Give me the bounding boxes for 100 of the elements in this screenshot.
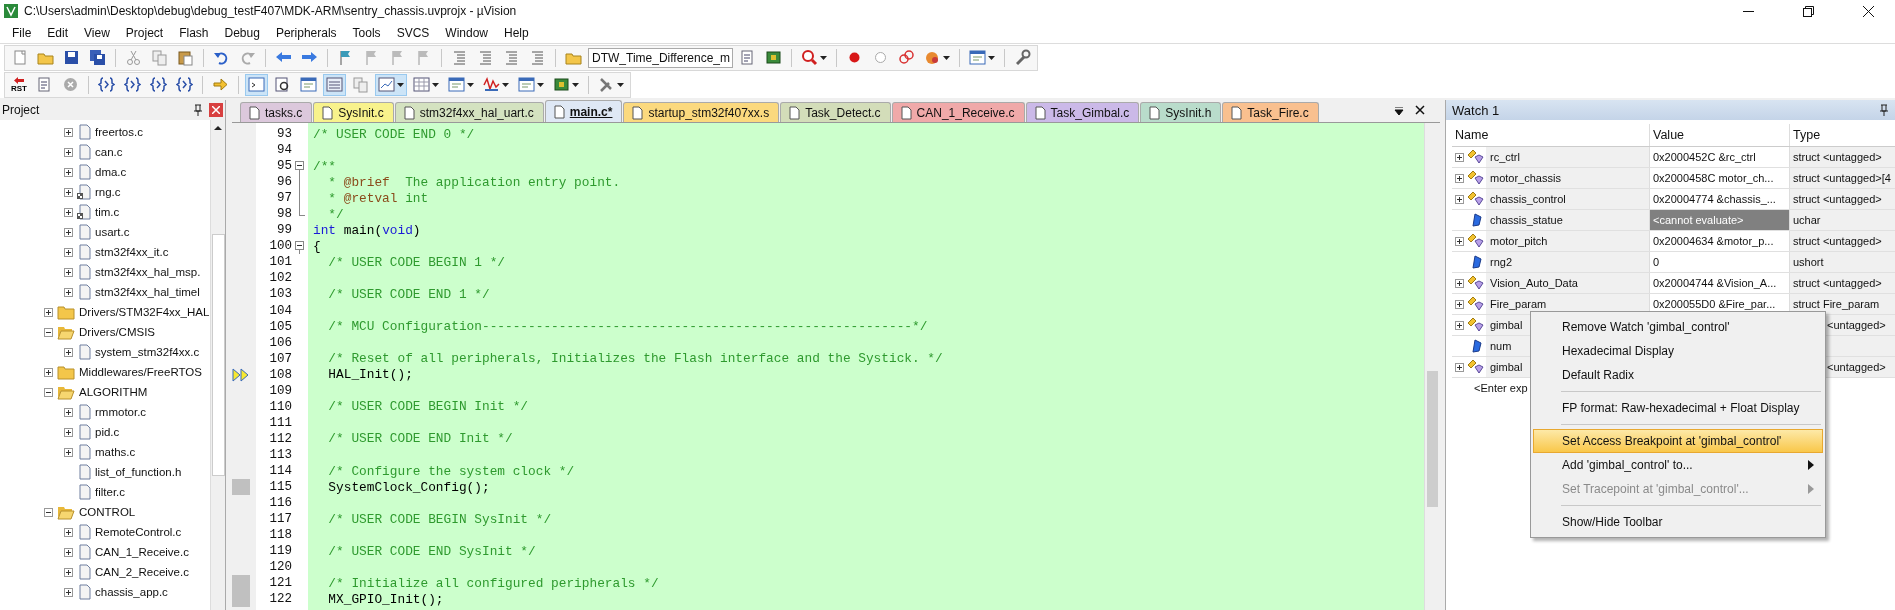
expand-icon[interactable] xyxy=(64,447,73,457)
column-header[interactable]: Value xyxy=(1650,124,1790,146)
collapse-icon[interactable] xyxy=(44,327,53,337)
tree-item[interactable]: tim.c xyxy=(77,204,120,220)
menu-item[interactable]: File xyxy=(4,25,40,40)
file-tab[interactable]: SysInit.c xyxy=(313,102,394,122)
file-tab[interactable]: CAN_1_Receive.c xyxy=(891,102,1025,122)
pin-icon[interactable] xyxy=(193,104,203,116)
expand-icon[interactable] xyxy=(1455,362,1464,372)
tree-item[interactable]: RemoteControl.c xyxy=(77,524,182,540)
tree-item[interactable]: ALGORITHM xyxy=(57,384,148,400)
tree-item[interactable]: usart.c xyxy=(77,224,130,240)
tab-list-icon[interactable] xyxy=(1394,107,1404,115)
fold-icon[interactable] xyxy=(295,158,304,175)
tree-item[interactable]: dma.c xyxy=(77,164,127,180)
tree-item[interactable]: Drivers/CMSIS xyxy=(57,324,156,340)
menu-item[interactable]: Tools xyxy=(344,25,389,40)
expand-icon[interactable] xyxy=(64,127,73,137)
menu-item[interactable]: Add 'gimbal_control' to... xyxy=(1533,453,1823,477)
tree-item[interactable]: rng.c xyxy=(77,184,121,200)
tree-item[interactable]: Drivers/STM32F4xx_HAL xyxy=(57,304,210,320)
menu-item[interactable]: Flash xyxy=(171,25,217,40)
scrollbar[interactable] xyxy=(1424,123,1440,610)
expand-icon[interactable] xyxy=(1455,278,1464,288)
expand-icon[interactable] xyxy=(1455,194,1464,204)
scroll-thumb[interactable] xyxy=(1427,371,1438,507)
file-tab[interactable]: startup_stm32f407xx.s xyxy=(623,102,780,122)
scrollbar[interactable] xyxy=(210,120,225,610)
tree-item[interactable]: pid.c xyxy=(77,424,120,440)
close-icon[interactable] xyxy=(1415,105,1425,115)
file-tab[interactable]: SysInit.h xyxy=(1140,102,1222,122)
expand-icon[interactable] xyxy=(64,427,73,437)
menu-item[interactable]: Peripherals xyxy=(267,25,345,40)
expand-icon[interactable] xyxy=(64,347,73,357)
expand-icon[interactable] xyxy=(64,267,73,277)
expand-icon[interactable] xyxy=(64,187,73,197)
fold-icon[interactable] xyxy=(295,238,304,255)
expand-icon[interactable] xyxy=(64,587,73,597)
menu-item[interactable]: FP format: Raw-hexadecimal + Float Display xyxy=(1533,396,1823,420)
menu-item[interactable]: Show/Hide Toolbar xyxy=(1533,510,1823,534)
tree-item[interactable]: can.c xyxy=(77,144,123,160)
expand-icon[interactable] xyxy=(64,167,73,177)
expand-icon[interactable] xyxy=(44,367,53,377)
menu-item[interactable]: Window xyxy=(437,25,496,40)
expand-icon[interactable] xyxy=(64,207,73,217)
menu-item[interactable]: Debug xyxy=(216,25,268,40)
tree-item[interactable]: maths.c xyxy=(77,444,136,460)
tree-item[interactable]: stm32f4xx_it.c xyxy=(77,244,169,260)
expand-icon[interactable] xyxy=(44,307,53,317)
tree-item[interactable]: CAN_1_Receive.c xyxy=(77,544,189,560)
expand-icon[interactable] xyxy=(64,247,73,257)
menu-item[interactable]: Help xyxy=(496,25,537,40)
expand-icon[interactable] xyxy=(64,547,73,557)
collapse-icon[interactable] xyxy=(44,387,53,397)
file-tab[interactable]: Task_Gimbal.c xyxy=(1025,102,1140,122)
file-tab[interactable]: Task_Detect.c xyxy=(780,102,891,122)
tree-item[interactable]: stm32f4xx_hal_msp. xyxy=(77,264,201,280)
column-header[interactable]: Name xyxy=(1452,124,1650,146)
column-header[interactable]: Type xyxy=(1790,124,1895,146)
collapse-icon[interactable] xyxy=(44,507,53,517)
menu-item[interactable]: View xyxy=(76,25,118,40)
tree-item[interactable]: CONTROL xyxy=(57,504,136,520)
tree-item[interactable]: system_stm32f4xx.c xyxy=(77,344,200,360)
uncomment-icon xyxy=(529,49,546,66)
tree-item[interactable]: CAN_2_Receive.c xyxy=(77,564,189,580)
pin-icon[interactable] xyxy=(1879,104,1889,116)
expand-icon[interactable] xyxy=(1455,299,1464,309)
expand-icon[interactable] xyxy=(1455,152,1464,162)
file-tab[interactable]: stm32f4xx_hal_uart.c xyxy=(394,102,544,122)
step-icon xyxy=(98,76,115,93)
reset-button[interactable]: RST xyxy=(8,73,30,96)
close-button[interactable] xyxy=(209,103,223,117)
tree-item[interactable]: list_of_function.h xyxy=(77,464,182,480)
menu-item[interactable]: SVCS xyxy=(388,25,438,40)
menu-item[interactable]: Project xyxy=(117,25,172,40)
expand-icon[interactable] xyxy=(1455,173,1464,183)
scroll-thumb[interactable] xyxy=(212,234,225,476)
tree-item[interactable]: stm32f4xx_hal_timel xyxy=(77,284,200,300)
expand-icon[interactable] xyxy=(64,527,73,537)
expand-icon[interactable] xyxy=(64,287,73,297)
menu-item[interactable]: Set Access Breakpoint at 'gimbal_control' xyxy=(1533,429,1823,453)
file-tab[interactable]: Task_Fire.c xyxy=(1222,102,1319,122)
watch-button[interactable] xyxy=(375,73,407,96)
tree-item[interactable]: Middlewares/FreeRTOS xyxy=(57,364,202,380)
file-tab[interactable]: tasks.c xyxy=(240,102,313,122)
file-tab[interactable]: main.c* xyxy=(544,100,623,122)
tree-item[interactable]: rmmotor.c xyxy=(77,404,147,420)
registers-button[interactable] xyxy=(323,73,346,96)
menu-item[interactable]: Edit xyxy=(39,25,77,40)
watch-input-hint[interactable]: <Enter exp xyxy=(1474,382,1528,394)
tree-item[interactable]: freertos.c xyxy=(77,124,143,140)
expand-icon[interactable] xyxy=(1455,320,1464,330)
tree-item[interactable]: filter.c xyxy=(77,484,126,500)
expand-icon[interactable] xyxy=(64,227,73,237)
expand-icon[interactable] xyxy=(64,147,73,157)
expand-icon[interactable] xyxy=(64,567,73,577)
tree-item[interactable]: chassis_app.c xyxy=(77,584,168,600)
expand-icon[interactable] xyxy=(1455,236,1464,246)
expand-icon[interactable] xyxy=(64,407,73,417)
new-file-icon xyxy=(11,49,28,66)
